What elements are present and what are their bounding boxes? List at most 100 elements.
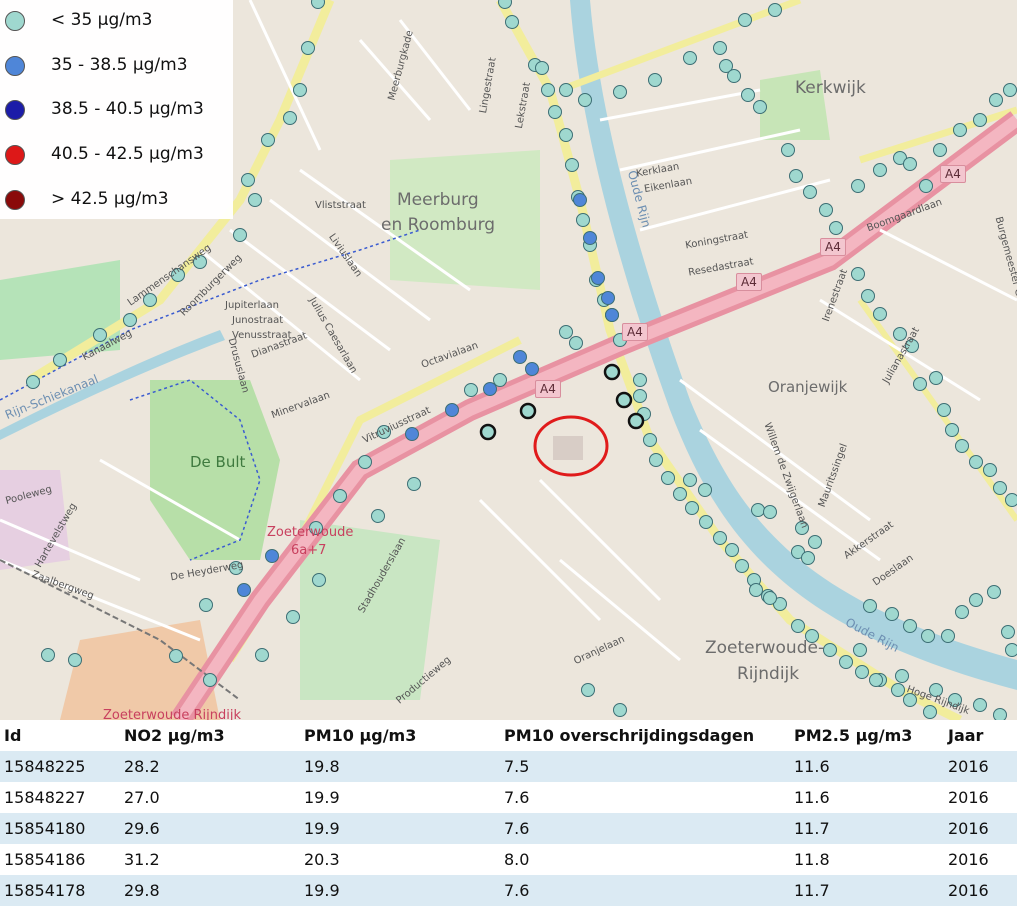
measurement-point[interactable] — [839, 655, 853, 669]
measurement-point[interactable] — [919, 179, 933, 193]
measurement-point[interactable] — [293, 83, 307, 97]
measurement-point[interactable] — [407, 477, 421, 491]
measurement-point[interactable] — [358, 455, 372, 469]
measurement-point[interactable] — [763, 505, 777, 519]
table-row[interactable]: 15848225 28.2 19.8 7.5 11.6 2016 — [0, 751, 1017, 782]
measurement-point[interactable] — [301, 41, 315, 55]
measurement-point[interactable] — [955, 439, 969, 453]
measurement-point[interactable] — [123, 313, 137, 327]
measurement-point[interactable] — [698, 483, 712, 497]
measurement-point[interactable] — [233, 228, 247, 242]
measurement-point[interactable] — [649, 453, 663, 467]
measurement-point[interactable] — [605, 308, 619, 322]
measurement-point[interactable] — [445, 403, 459, 417]
measurement-point[interactable] — [312, 573, 326, 587]
measurement-point[interactable] — [863, 599, 877, 613]
measurement-point[interactable] — [989, 93, 1003, 107]
measurement-point[interactable] — [913, 377, 927, 391]
measurement-point[interactable] — [861, 289, 875, 303]
measurement-point[interactable] — [803, 185, 817, 199]
measurement-point[interactable] — [311, 0, 325, 9]
measurement-point[interactable] — [735, 559, 749, 573]
measurement-point[interactable] — [241, 173, 255, 187]
selected-measurement-point[interactable] — [603, 363, 621, 381]
measurement-point[interactable] — [573, 193, 587, 207]
measurement-point[interactable] — [1003, 83, 1017, 97]
measurement-point[interactable] — [891, 683, 905, 697]
measurement-point[interactable] — [768, 3, 782, 17]
selected-measurement-point[interactable] — [519, 402, 537, 420]
measurement-point[interactable] — [885, 607, 899, 621]
measurement-point[interactable] — [576, 213, 590, 227]
measurement-point[interactable] — [559, 325, 573, 339]
measurement-point[interactable] — [763, 591, 777, 605]
measurement-point[interactable] — [953, 123, 967, 137]
measurement-point[interactable] — [929, 371, 943, 385]
measurement-point[interactable] — [969, 593, 983, 607]
measurement-point[interactable] — [751, 503, 765, 517]
measurement-point[interactable] — [791, 619, 805, 633]
measurement-point[interactable] — [643, 433, 657, 447]
measurement-point[interactable] — [895, 669, 909, 683]
measurement-point[interactable] — [727, 69, 741, 83]
selected-measurement-point[interactable] — [479, 423, 497, 441]
measurement-point[interactable] — [559, 83, 573, 97]
measurement-point[interactable] — [583, 231, 597, 245]
measurement-point[interactable] — [923, 705, 937, 719]
measurement-point[interactable] — [581, 683, 595, 697]
measurement-point[interactable] — [853, 643, 867, 657]
measurement-point[interactable] — [993, 481, 1007, 495]
measurement-point[interactable] — [601, 291, 615, 305]
measurement-point[interactable] — [283, 111, 297, 125]
table-row[interactable]: 15854186 31.2 20.3 8.0 11.8 2016 — [0, 844, 1017, 875]
measurement-point[interactable] — [1001, 625, 1015, 639]
measurement-point[interactable] — [661, 471, 675, 485]
table-row[interactable]: 15854178 29.8 19.9 7.6 11.7 2016 — [0, 875, 1017, 906]
measurement-point[interactable] — [237, 583, 251, 597]
measurement-point[interactable] — [565, 158, 579, 172]
table-row[interactable]: 15854180 29.6 19.9 7.6 11.7 2016 — [0, 813, 1017, 844]
measurement-point[interactable] — [498, 0, 512, 9]
measurement-point[interactable] — [955, 605, 969, 619]
measurement-point[interactable] — [286, 610, 300, 624]
measurement-point[interactable] — [808, 535, 822, 549]
measurement-point[interactable] — [548, 105, 562, 119]
measurement-point[interactable] — [53, 353, 67, 367]
measurement-point[interactable] — [613, 85, 627, 99]
measurement-point[interactable] — [937, 403, 951, 417]
measurement-point[interactable] — [921, 629, 935, 643]
measurement-point[interactable] — [741, 88, 755, 102]
measurement-point[interactable] — [26, 375, 40, 389]
measurement-point[interactable] — [371, 509, 385, 523]
measurement-point[interactable] — [405, 427, 419, 441]
measurement-point[interactable] — [829, 221, 843, 235]
map-canvas[interactable]: Meerburg en Roomburg Kerkwijk Oranjewijk… — [0, 0, 1017, 720]
measurement-point[interactable] — [873, 307, 887, 321]
measurement-point[interactable] — [823, 643, 837, 657]
measurement-point[interactable] — [648, 73, 662, 87]
measurement-point[interactable] — [633, 373, 647, 387]
measurement-point[interactable] — [983, 463, 997, 477]
measurement-point[interactable] — [713, 41, 727, 55]
measurement-point[interactable] — [945, 423, 959, 437]
selected-measurement-point[interactable] — [627, 412, 645, 430]
measurement-point[interactable] — [261, 133, 275, 147]
measurement-point[interactable] — [525, 362, 539, 376]
measurement-point[interactable] — [941, 629, 955, 643]
measurement-point[interactable] — [169, 649, 183, 663]
measurement-point[interactable] — [685, 501, 699, 515]
measurement-point[interactable] — [68, 653, 82, 667]
measurement-point[interactable] — [973, 113, 987, 127]
measurement-point[interactable] — [569, 336, 583, 350]
measurement-point[interactable] — [725, 543, 739, 557]
measurement-point[interactable] — [903, 157, 917, 171]
measurement-point[interactable] — [255, 648, 269, 662]
measurement-point[interactable] — [1005, 493, 1017, 507]
selected-measurement-point[interactable] — [615, 391, 633, 409]
measurement-point[interactable] — [987, 585, 1001, 599]
measurement-point[interactable] — [855, 665, 869, 679]
measurement-point[interactable] — [753, 100, 767, 114]
measurement-point[interactable] — [203, 673, 217, 687]
measurement-point[interactable] — [535, 61, 549, 75]
measurement-point[interactable] — [464, 383, 478, 397]
